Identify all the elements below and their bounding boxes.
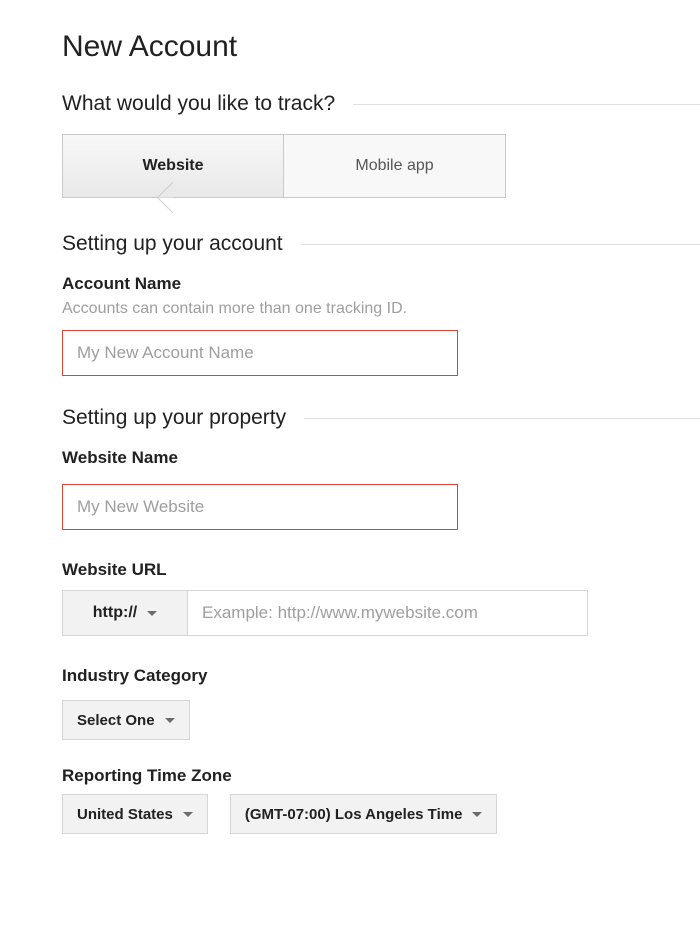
website-name-input[interactable] [62,484,458,530]
chevron-down-icon [183,812,193,817]
divider [304,418,700,419]
timezone-country-label: United States [77,806,173,823]
divider [353,104,700,105]
account-name-help: Accounts can contain more than one track… [62,300,700,318]
page-title: New Account [62,30,700,64]
section-heading-account: Setting up your account [62,232,283,256]
timezone-value-select[interactable]: (GMT-07:00) Los Angeles Time [230,794,498,834]
tab-mobile-label: Mobile app [355,157,433,175]
timezone-value-label: (GMT-07:00) Los Angeles Time [245,806,463,823]
timezone-country-select[interactable]: United States [62,794,208,834]
industry-category-label: Industry Category [62,666,700,686]
industry-category-select[interactable]: Select One [62,700,190,740]
section-account: Setting up your account [62,232,700,256]
tab-website-label: Website [142,157,203,175]
website-url-label: Website URL [62,560,700,580]
account-name-label: Account Name [62,274,700,294]
website-url-input[interactable] [188,590,588,636]
tab-website[interactable]: Website [62,134,284,198]
track-type-tabs: Website Mobile app [62,134,700,198]
chevron-down-icon [472,812,482,817]
divider [301,244,700,245]
section-property: Setting up your property [62,406,700,430]
account-name-input[interactable] [62,330,458,376]
industry-selected-label: Select One [77,712,155,729]
section-heading-property: Setting up your property [62,406,286,430]
chevron-down-icon [165,718,175,723]
chevron-down-icon [147,611,157,616]
protocol-selected-label: http:// [93,604,137,622]
reporting-timezone-label: Reporting Time Zone [62,766,700,786]
website-name-label: Website Name [62,448,700,468]
section-track: What would you like to track? [62,92,700,116]
tab-mobile-app[interactable]: Mobile app [284,134,506,198]
section-heading-track: What would you like to track? [62,92,335,116]
protocol-select[interactable]: http:// [62,590,188,636]
